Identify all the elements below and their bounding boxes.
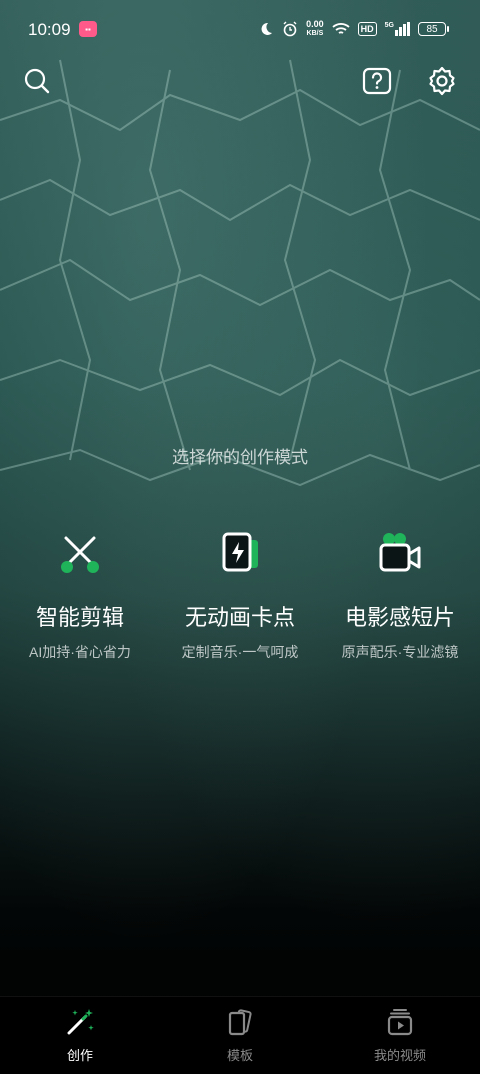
status-bar: 10:09 ▪▪ 0.00 KB/S HD 5G 85 [0, 0, 480, 58]
nav-label: 模板 [226, 1048, 253, 1063]
nav-tab-my-videos[interactable]: 我的视频 [320, 1007, 480, 1064]
signal-icon: 5G [385, 22, 410, 36]
app-notification-icon: ▪▪ [79, 21, 97, 37]
search-button[interactable] [20, 64, 54, 98]
mode-cinematic[interactable]: 电影感短片 原声配乐·专业滤镜 [320, 530, 480, 662]
search-icon [24, 68, 50, 94]
mode-beat-sync[interactable]: 无动画卡点 定制音乐·一气呵成 [160, 530, 320, 662]
help-button[interactable] [360, 64, 394, 98]
battery-indicator: 85 [418, 22, 449, 36]
mode-subtitle: AI加持·省心省力 [29, 644, 131, 660]
mode-smart-edit[interactable]: 智能剪辑 AI加持·省心省力 [0, 530, 160, 662]
help-icon [362, 67, 392, 95]
mode-title: 智能剪辑 [35, 605, 124, 630]
net-speed: 0.00 KB/S [306, 20, 324, 38]
net-speed-value: 0.00 [306, 19, 324, 29]
my-videos-icon [385, 1007, 415, 1037]
magic-wand-icon [65, 1007, 95, 1037]
bottom-nav: 创作 模板 我的视频 [0, 996, 480, 1074]
moon-icon [261, 22, 273, 35]
mode-prompt: 选择你的创作模式 [172, 448, 308, 467]
mode-title: 无动画卡点 [184, 605, 295, 630]
status-time: 10:09 [28, 20, 71, 39]
network-type: 5G [384, 22, 394, 29]
nav-label: 创作 [66, 1048, 93, 1063]
gear-icon [429, 66, 455, 96]
wifi-icon [332, 23, 350, 34]
template-cards-icon [225, 1007, 255, 1037]
nav-tab-create[interactable]: 创作 [0, 1007, 160, 1064]
mode-subtitle: 原声配乐·专业滤镜 [341, 644, 459, 660]
mode-subtitle: 定制音乐·一气呵成 [181, 644, 299, 660]
mode-title: 电影感短片 [344, 605, 455, 630]
status-right-group: 0.00 KB/S HD 5G 85 [258, 18, 449, 40]
alarm-icon [283, 21, 297, 37]
net-speed-unit: KB/S [306, 30, 324, 37]
scissors-icon [56, 530, 104, 578]
settings-button[interactable] [425, 64, 459, 98]
hd-badge: HD [357, 22, 377, 36]
nav-tab-templates[interactable]: 模板 [160, 1007, 320, 1064]
nav-label: 我的视频 [373, 1048, 426, 1063]
flash-card-icon [216, 530, 264, 578]
movie-camera-icon [376, 530, 424, 578]
